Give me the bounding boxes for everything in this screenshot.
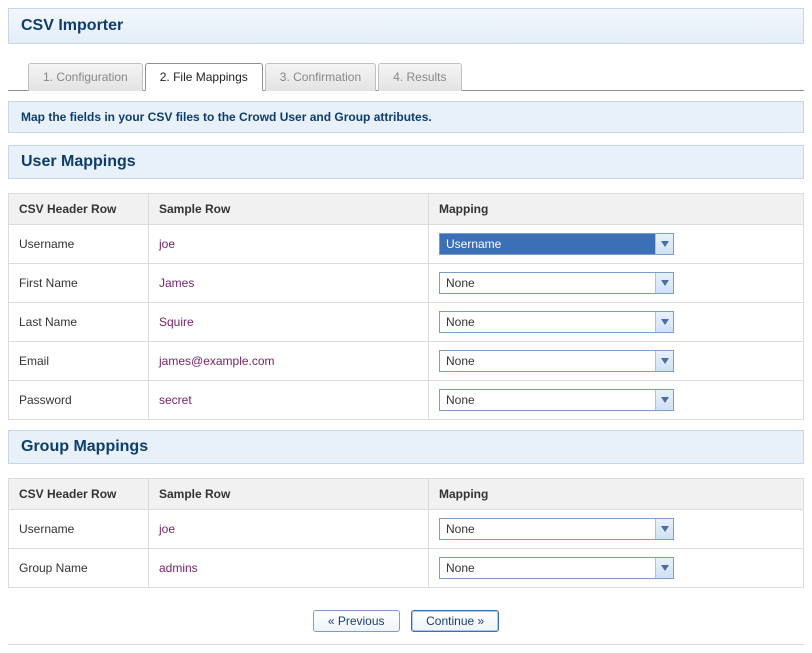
user-mappings-table: CSV Header Row Sample Row Mapping Userna… [8, 193, 804, 420]
mapping-select-username[interactable]: Username [439, 233, 674, 255]
col-mapping: Mapping [429, 194, 804, 225]
chevron-down-icon [655, 273, 673, 293]
continue-button[interactable]: Continue » [411, 610, 499, 632]
table-row: Last Name Squire None [9, 303, 804, 342]
mapping-select-email[interactable]: None [439, 350, 674, 372]
table-row: Username joe Username [9, 225, 804, 264]
table-row: Password secret None [9, 381, 804, 420]
user-mappings-heading: User Mappings [8, 145, 804, 179]
tab-confirmation[interactable]: 3. Confirmation [265, 63, 376, 91]
csv-header-cell: Username [9, 510, 149, 549]
group-mappings-heading: Group Mappings [8, 430, 804, 464]
tab-file-mappings[interactable]: 2. File Mappings [145, 63, 263, 91]
mapping-select-group-name[interactable]: None [439, 557, 674, 579]
tab-configuration[interactable]: 1. Configuration [28, 63, 143, 91]
sample-cell: joe [149, 225, 429, 264]
select-value: Username [440, 234, 655, 254]
mapping-select-group-username[interactable]: None [439, 518, 674, 540]
csv-header-cell: Username [9, 225, 149, 264]
mapping-select-lastname[interactable]: None [439, 311, 674, 333]
page-title-bar: CSV Importer [8, 8, 804, 44]
wizard-buttons: « Previous Continue » [8, 598, 804, 645]
select-value: None [440, 351, 655, 371]
select-value: None [440, 273, 655, 293]
col-sample-row: Sample Row [149, 479, 429, 510]
chevron-down-icon [655, 312, 673, 332]
table-row: Username joe None [9, 510, 804, 549]
table-row: First Name James None [9, 264, 804, 303]
select-value: None [440, 390, 655, 410]
csv-header-cell: Last Name [9, 303, 149, 342]
csv-header-cell: First Name [9, 264, 149, 303]
select-value: None [440, 519, 655, 539]
col-csv-header: CSV Header Row [9, 479, 149, 510]
col-mapping: Mapping [429, 479, 804, 510]
previous-button[interactable]: « Previous [313, 610, 400, 632]
page-title: CSV Importer [21, 17, 123, 34]
sample-cell: James [149, 264, 429, 303]
chevron-down-icon [655, 351, 673, 371]
tab-results[interactable]: 4. Results [378, 63, 461, 91]
col-sample-row: Sample Row [149, 194, 429, 225]
select-value: None [440, 312, 655, 332]
sample-cell: secret [149, 381, 429, 420]
sample-cell: james@example.com [149, 342, 429, 381]
table-row: Group Name admins None [9, 549, 804, 588]
col-csv-header: CSV Header Row [9, 194, 149, 225]
chevron-down-icon [655, 390, 673, 410]
wizard-tabs: 1. Configuration 2. File Mappings 3. Con… [8, 62, 804, 91]
table-row: Email james@example.com None [9, 342, 804, 381]
sample-cell: joe [149, 510, 429, 549]
instruction-text: Map the fields in your CSV files to the … [8, 101, 804, 133]
mapping-select-password[interactable]: None [439, 389, 674, 411]
mapping-select-firstname[interactable]: None [439, 272, 674, 294]
chevron-down-icon [655, 558, 673, 578]
csv-header-cell: Group Name [9, 549, 149, 588]
select-value: None [440, 558, 655, 578]
chevron-down-icon [655, 234, 673, 254]
csv-header-cell: Password [9, 381, 149, 420]
chevron-down-icon [655, 519, 673, 539]
csv-header-cell: Email [9, 342, 149, 381]
sample-cell: admins [149, 549, 429, 588]
group-mappings-table: CSV Header Row Sample Row Mapping Userna… [8, 478, 804, 588]
sample-cell: Squire [149, 303, 429, 342]
